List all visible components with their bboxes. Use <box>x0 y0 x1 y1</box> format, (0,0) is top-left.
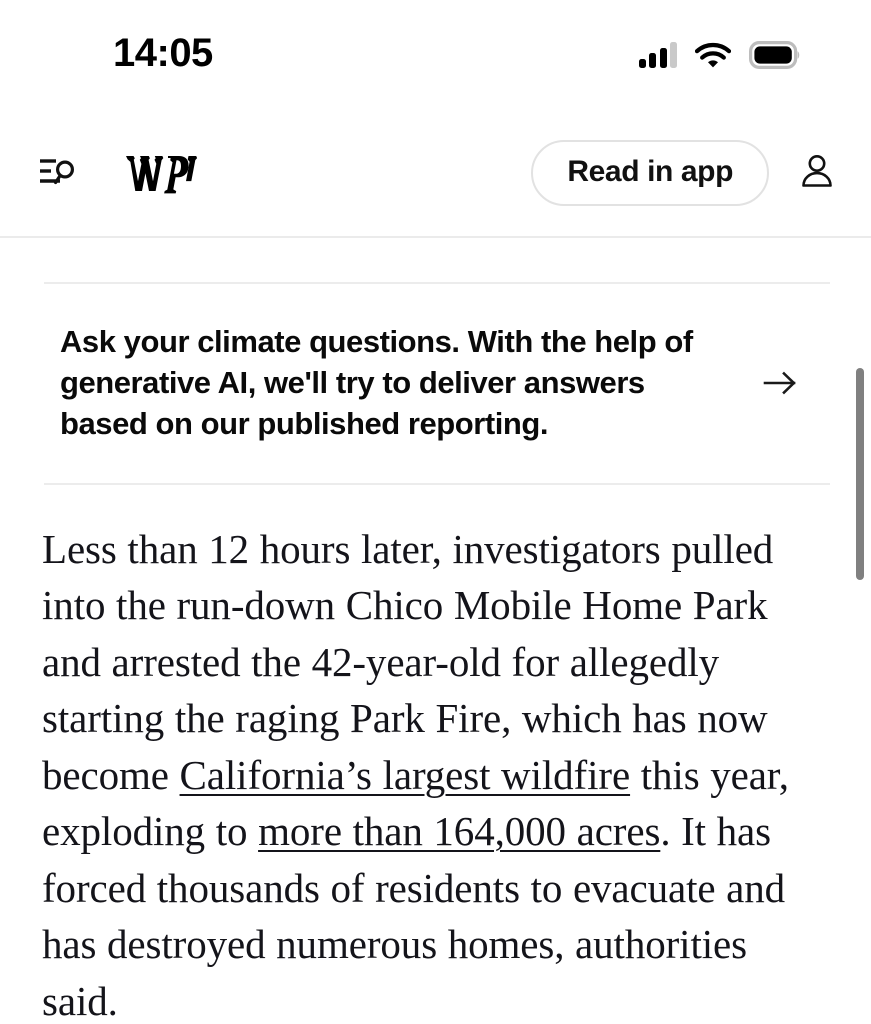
article-link-california-largest-wildfire[interactable]: California’s largest wildfire <box>180 752 631 798</box>
article-link-more-than-164000-acres[interactable]: more than 164,000 acres <box>258 808 660 854</box>
signal-bars-icon <box>638 42 677 68</box>
masthead-actions: Read in app <box>531 140 837 206</box>
menu-search-icon[interactable] <box>32 150 78 197</box>
masthead: Read in app <box>0 110 871 238</box>
scrollbar-thumb[interactable] <box>856 368 864 580</box>
status-bar-icons <box>638 41 802 69</box>
wp-logo[interactable] <box>124 144 200 202</box>
status-bar-time: 14:05 <box>113 31 213 75</box>
climate-questions-promo[interactable]: Ask your climate questions. With the hel… <box>44 282 830 485</box>
read-in-app-button[interactable]: Read in app <box>531 140 769 206</box>
account-person-icon[interactable] <box>797 151 837 196</box>
vertical-scrollbar[interactable] <box>856 368 864 580</box>
wifi-icon <box>695 42 731 69</box>
status-bar: 14:05 <box>0 0 871 110</box>
battery-full-icon <box>749 41 801 69</box>
arrow-right-icon[interactable] <box>760 363 800 403</box>
article-paragraph: Less than 12 hours later, investigators … <box>42 485 831 1024</box>
promo-headline: Ask your climate questions. With the hel… <box>60 324 693 441</box>
